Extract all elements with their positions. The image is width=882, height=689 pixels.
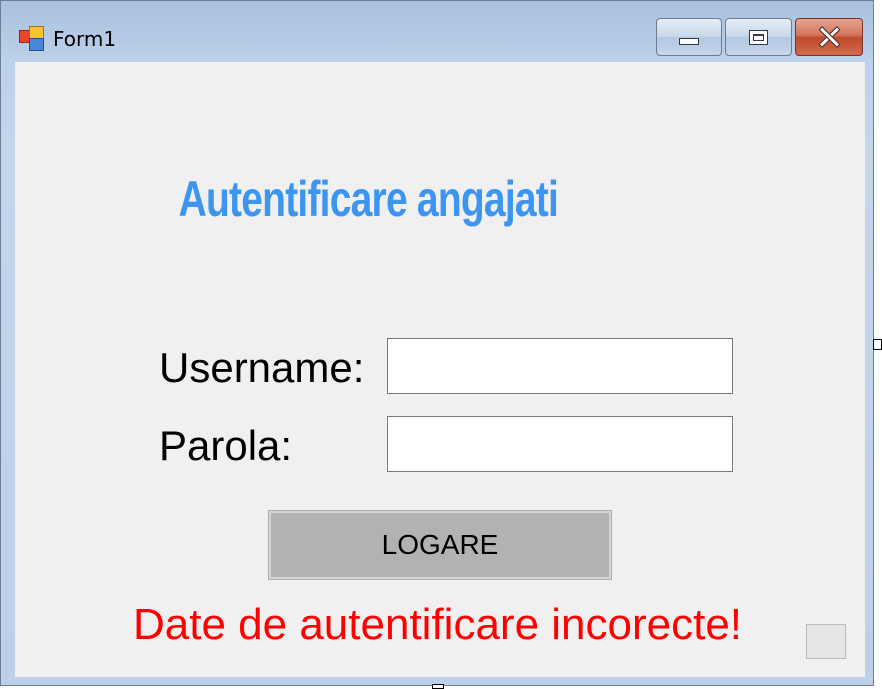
username-label: Username: (159, 344, 365, 391)
error-message: Date de autentificare incorecte! (133, 600, 743, 649)
maximize-button[interactable] (725, 18, 792, 56)
form-client-area: Autentificare angajati Username: Parola:… (15, 62, 865, 677)
window-title: Form1 (53, 27, 117, 51)
designer-resize-handle-right[interactable] (873, 339, 882, 350)
username-input[interactable] (387, 338, 733, 394)
close-icon (818, 26, 840, 48)
password-label: Parola: (159, 422, 293, 469)
small-button[interactable] (806, 624, 846, 659)
designer-resize-handle-bottom[interactable] (432, 684, 444, 689)
minimize-button[interactable] (656, 18, 722, 56)
form-window: Form1 Autentificare angajati Username: P… (0, 0, 874, 686)
close-button[interactable] (795, 18, 863, 56)
password-input[interactable] (387, 416, 733, 472)
maximize-icon (749, 29, 768, 45)
login-button[interactable]: LOGARE (268, 510, 612, 580)
minimize-icon (679, 37, 699, 45)
page-title: Autentificare angajati (178, 171, 559, 227)
title-bar[interactable]: Form1 (1, 1, 873, 61)
app-icon[interactable] (19, 26, 47, 52)
